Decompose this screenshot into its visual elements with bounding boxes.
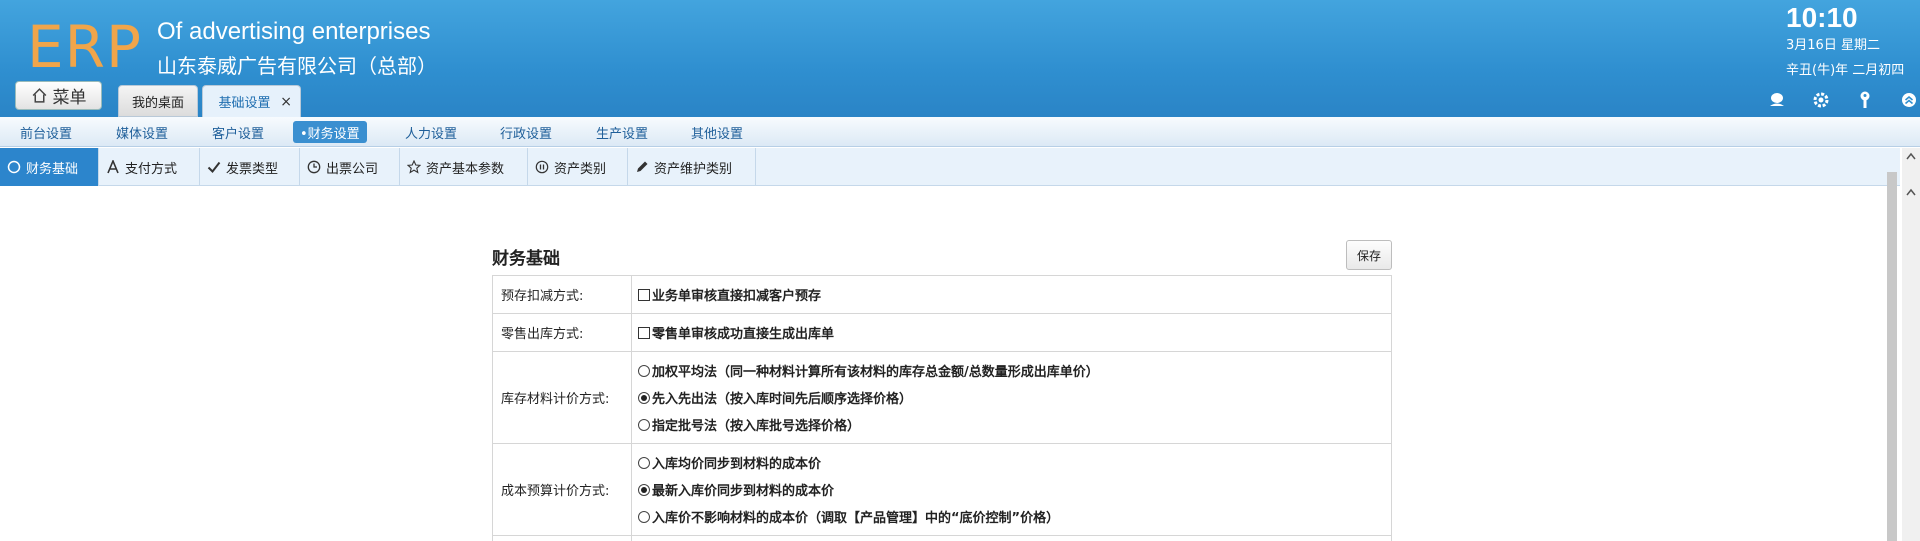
option-label: 入库均价同步到材料的成本价	[652, 457, 822, 472]
option-label: 入库价不影响材料的成本价（调取【产品管理】中的“底价控制”价格）	[652, 511, 1060, 526]
clock-icon	[307, 160, 321, 174]
erp-logo: ERP	[27, 13, 142, 81]
field-label: 零售出库方式:	[492, 313, 632, 352]
check-icon	[207, 161, 221, 174]
nav-item-frontdesk[interactable]: 前台设置	[13, 121, 79, 143]
nav-item-other[interactable]: 其他设置	[684, 121, 750, 143]
tab-my-desktop[interactable]: 我的桌面	[118, 85, 198, 117]
tab-label: 基础设置	[218, 96, 271, 111]
radio-button[interactable]	[638, 510, 650, 523]
finance-subnav: 财务基础 支付方式 发票类型 出票公司 资产基本参数 资产类别 资产维护类别	[0, 148, 1900, 186]
pencil-icon	[637, 161, 648, 172]
star-icon	[407, 160, 421, 174]
subnav-item-finance-basic[interactable]: 财务基础	[0, 148, 99, 186]
scroll-thumb[interactable]	[1887, 172, 1897, 541]
radio-button[interactable]	[638, 391, 650, 404]
menu-button[interactable]: 菜单	[15, 81, 102, 110]
tab-label: 我的桌面	[131, 95, 184, 111]
option-no-effect[interactable]: 入库价不影响材料的成本价（调取【产品管理】中的“底价控制”价格）	[638, 503, 1391, 530]
gear-icon[interactable]	[1799, 87, 1843, 113]
form-row-retail-outbound: 零售出库方式: 零售单审核成功直接生成出库单	[492, 313, 1392, 352]
nav-item-finance[interactable]: •财务设置	[293, 121, 367, 143]
subnav-item-asset-maintenance[interactable]: 资产维护类别	[628, 148, 756, 186]
subnav-label: 财务基础	[26, 161, 79, 177]
option-label: 业务单审核直接扣减客户预存	[652, 289, 822, 304]
settings-nav-bar: 前台设置 媒体设置 客户设置 •财务设置 人力设置 行政设置 生产设置 其他设置	[0, 117, 1920, 147]
subnav-label: 出票公司	[326, 161, 379, 177]
option-label: 加权平均法（同一种材料计算所有该材料的库存总金额/总数量形成出库单价）	[652, 365, 1099, 380]
pause-icon	[535, 160, 549, 174]
radio-button[interactable]	[638, 364, 650, 377]
subnav-label: 资产类别	[554, 161, 607, 177]
page-title: 财务基础	[492, 249, 560, 269]
form-row-next	[492, 535, 1392, 541]
header-toolbar	[1755, 87, 1920, 113]
radio-button[interactable]	[638, 483, 650, 496]
scroll-up-arrow-icon[interactable]	[1906, 150, 1916, 162]
home-icon	[32, 88, 46, 103]
nav-item-media[interactable]: 媒体设置	[109, 121, 175, 143]
circle-icon	[7, 160, 21, 174]
subnav-item-payment-method[interactable]: 支付方式	[99, 148, 200, 186]
form-row-inventory-valuation: 库存材料计价方式: 加权平均法（同一种材料计算所有该材料的库存总金额/总数量形成…	[492, 351, 1392, 444]
form-row-prepaid-deduction: 预存扣减方式: 业务单审核直接扣减客户预存	[492, 275, 1392, 314]
radio-button[interactable]	[638, 418, 650, 431]
date-lunar: 辛丑(牛)年 二月初四	[1786, 63, 1905, 78]
scroll-up-arrow-icon[interactable]	[1906, 186, 1916, 198]
form-row-cost-budget-valuation: 成本预算计价方式: 入库均价同步到材料的成本价 最新入库价同步到材料的成本价 入…	[492, 443, 1392, 536]
field-label: 库存材料计价方式:	[492, 351, 632, 444]
nav-item-admin[interactable]: 行政设置	[493, 121, 559, 143]
subnav-item-asset-category[interactable]: 资产类别	[528, 148, 628, 186]
field-label: 成本预算计价方式:	[492, 443, 632, 536]
subnav-label: 支付方式	[125, 161, 178, 177]
user-icon[interactable]	[1755, 87, 1799, 113]
company-name-en: Of advertising enterprises	[157, 18, 431, 45]
save-button[interactable]: 保存	[1346, 240, 1392, 270]
field-label: 预存扣减方式:	[492, 275, 632, 314]
option-label: 最新入库价同步到材料的成本价	[652, 484, 835, 499]
option-retail-outbound[interactable]: 零售单审核成功直接生成出库单	[638, 319, 1391, 346]
clock-time: 10:10	[1786, 2, 1858, 33]
nav-item-production[interactable]: 生产设置	[589, 121, 655, 143]
radio-button[interactable]	[638, 456, 650, 469]
subnav-label: 发票类型	[226, 161, 279, 177]
finance-basic-form: 预存扣减方式: 业务单审核直接扣减客户预存 零售出库方式: 零售单审核成功直接生…	[492, 275, 1392, 541]
app-header: ERP Of advertising enterprises 山东泰威广告有限公…	[0, 0, 1920, 117]
subnav-item-asset-params[interactable]: 资产基本参数	[400, 148, 528, 186]
option-latest-inbound[interactable]: 最新入库价同步到材料的成本价	[638, 476, 1391, 503]
company-name-cn: 山东泰威广告有限公司（总部）	[157, 54, 437, 78]
option-prepaid-deduct[interactable]: 业务单审核直接扣减客户预存	[638, 281, 1391, 308]
subnav-item-invoice-type[interactable]: 发票类型	[200, 148, 300, 186]
checkbox[interactable]	[638, 288, 650, 301]
key-icon[interactable]	[1843, 87, 1887, 113]
option-label: 零售单审核成功直接生成出库单	[652, 327, 835, 342]
option-fifo[interactable]: 先入先出法（按入库时间先后顺序选择价格）	[638, 384, 1391, 411]
subnav-label: 资产基本参数	[426, 161, 505, 177]
close-icon[interactable]: ×	[280, 94, 292, 110]
letter-a-icon	[107, 160, 119, 174]
subnav-item-issuing-company[interactable]: 出票公司	[300, 148, 400, 186]
nav-item-customer[interactable]: 客户设置	[205, 121, 271, 143]
date-weekday: 3月16日 星期二	[1786, 38, 1880, 53]
option-inbound-average[interactable]: 入库均价同步到材料的成本价	[638, 449, 1391, 476]
nav-item-hr[interactable]: 人力设置	[398, 121, 464, 143]
option-label: 先入先出法（按入库时间先后顺序选择价格）	[652, 392, 913, 407]
option-specific-batch[interactable]: 指定批号法（按入库批号选择价格）	[638, 411, 1391, 438]
collapse-icon[interactable]	[1887, 87, 1920, 113]
tab-basic-settings[interactable]: 基础设置 ×	[202, 85, 301, 117]
page-scrollbar[interactable]	[1902, 148, 1920, 541]
option-label: 指定批号法（按入库批号选择价格）	[652, 419, 861, 434]
menu-label: 菜单	[52, 88, 87, 108]
checkbox[interactable]	[638, 326, 650, 339]
option-weighted-average[interactable]: 加权平均法（同一种材料计算所有该材料的库存总金额/总数量形成出库单价）	[638, 357, 1391, 384]
subnav-label: 资产维护类别	[654, 161, 733, 177]
